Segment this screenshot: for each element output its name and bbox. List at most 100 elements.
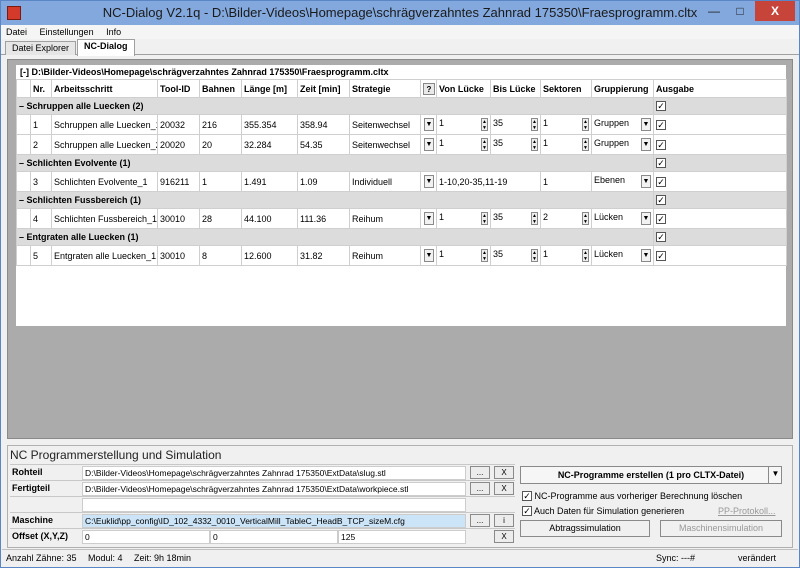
offset-y-input[interactable]: 0 <box>210 530 338 544</box>
group-output-checkbox[interactable]: ✓ <box>656 158 666 168</box>
sektoren-stepper[interactable]: 2 <box>543 212 548 222</box>
chevron-down-icon[interactable]: ▼ <box>641 175 651 188</box>
spinner-icon[interactable]: ▲ ▼ <box>481 212 488 225</box>
maschine-info-button[interactable]: i <box>494 514 514 527</box>
strategy-select[interactable]: Reihum <box>349 245 421 266</box>
pp-log-link[interactable]: PP-Protokoll... <box>718 506 776 516</box>
col-tool-id[interactable]: Tool-ID <box>157 79 200 98</box>
chevron-down-icon[interactable]: ▼ <box>424 212 434 225</box>
spinner-icon[interactable]: ▲ ▼ <box>582 249 589 262</box>
fertigteil-browse-button[interactable]: ... <box>470 482 490 495</box>
tab-nc-dialog[interactable]: NC-Dialog <box>77 39 135 56</box>
spinner-icon[interactable]: ▲ ▼ <box>481 249 488 262</box>
tab-datei-explorer[interactable]: Datei Explorer <box>5 41 77 55</box>
maschine-path-field[interactable]: C:\Euklid\pp_config\ID_102_4332_0010_Ver… <box>82 514 466 528</box>
bis-stepper[interactable]: 35 <box>493 212 503 222</box>
output-checkbox[interactable]: ✓ <box>656 213 666 224</box>
grouping-select[interactable]: Ebenen <box>594 175 625 185</box>
bis-stepper[interactable]: 35 <box>493 118 503 128</box>
fertigteil-path-field[interactable]: D:\Bilder-Videos\Homepage\schrägverzahnt… <box>82 482 466 496</box>
strategy-select[interactable]: Reihum <box>349 208 421 229</box>
bis-stepper[interactable]: 35 <box>493 249 503 259</box>
strategy-select[interactable]: Seitenwechsel <box>349 114 421 135</box>
col-laenge[interactable]: Länge [m] <box>241 79 298 98</box>
menu-info[interactable]: Info <box>101 25 126 39</box>
table-row[interactable]: 1 Schruppen alle Luecken_1 20032 216 355… <box>16 114 787 135</box>
table-row[interactable]: 4 Schlichten Fussbereich_1 30010 28 44.1… <box>16 208 787 229</box>
col-sektoren[interactable]: Sektoren <box>540 79 592 98</box>
maschine-browse-button[interactable]: ... <box>470 514 490 527</box>
col-bis-luecke[interactable]: Bis Lücke <box>490 79 541 98</box>
spinner-icon[interactable]: ▲ ▼ <box>531 212 538 225</box>
strategy-help-button[interactable]: ? <box>423 82 435 95</box>
file-tree-header[interactable]: [-] D:\Bilder-Videos\Homepage\schrägverz… <box>16 65 786 79</box>
grouping-select[interactable]: Lücken <box>594 212 623 222</box>
collapse-icon[interactable]: – <box>19 101 27 111</box>
grouping-select[interactable]: Lücken <box>594 249 623 259</box>
chevron-down-icon[interactable]: ▼ <box>424 249 434 262</box>
output-checkbox[interactable]: ✓ <box>656 119 666 130</box>
minimize-button[interactable]: — <box>701 1 727 21</box>
offset-clear-button[interactable]: X <box>494 530 514 543</box>
spinner-icon[interactable]: ▲ ▼ <box>582 118 589 131</box>
offset-z-input[interactable]: 125 <box>338 530 466 544</box>
menu-datei[interactable]: Datei <box>1 25 32 39</box>
sektoren-value[interactable]: 1 <box>543 177 548 187</box>
col-nr[interactable]: Nr. <box>30 79 52 98</box>
spinner-icon[interactable]: ▲ ▼ <box>531 249 538 262</box>
group-output-checkbox[interactable]: ✓ <box>656 232 666 242</box>
group-row[interactable]: – Schruppen alle Luecken (2) ✓ <box>16 97 787 115</box>
output-checkbox[interactable]: ✓ <box>656 139 666 150</box>
close-button[interactable]: X <box>755 1 795 21</box>
strategy-select[interactable]: Individuell <box>349 171 421 192</box>
output-checkbox[interactable]: ✓ <box>656 250 666 261</box>
col-von-luecke[interactable]: Von Lücke <box>436 79 491 98</box>
grouping-select[interactable]: Gruppen <box>594 138 629 148</box>
spinner-icon[interactable]: ▲ ▼ <box>481 138 488 151</box>
sektoren-stepper[interactable]: 1 <box>543 249 548 259</box>
collapse-icon[interactable]: – <box>19 195 27 205</box>
spinner-icon[interactable]: ▲ ▼ <box>582 212 589 225</box>
opt-delete-row[interactable]: ✓ NC-Programme aus vorheriger Berechnung… <box>522 491 742 501</box>
maximize-button[interactable]: □ <box>727 1 753 21</box>
sektoren-stepper[interactable]: 1 <box>543 118 548 128</box>
abtragssimulation-button[interactable]: Abtragssimulation <box>520 520 650 537</box>
col-ausgabe[interactable]: Ausgabe <box>653 79 787 98</box>
cell-name[interactable]: Schruppen alle Luecken_1 <box>51 114 158 135</box>
offset-x-input[interactable]: 0 <box>82 530 210 544</box>
sektoren-stepper[interactable]: 1 <box>543 138 548 148</box>
chevron-down-icon[interactable]: ▼ <box>424 175 434 188</box>
cell-name[interactable]: Schlichten Evolvente_1 <box>51 171 158 192</box>
von-stepper[interactable]: 1 <box>439 118 444 128</box>
menu-einstellungen[interactable]: Einstellungen <box>35 25 99 39</box>
maschinensimulation-button[interactable]: Maschinensimulation <box>660 520 782 537</box>
group-row[interactable]: – Schlichten Evolvente (1) ✓ <box>16 154 787 172</box>
output-checkbox[interactable]: ✓ <box>656 176 666 187</box>
rohteil-path-field[interactable]: D:\Bilder-Videos\Homepage\schrägverzahnt… <box>82 466 466 480</box>
chevron-down-icon[interactable]: ▼ <box>768 466 782 484</box>
col-zeit[interactable]: Zeit [min] <box>297 79 350 98</box>
von-stepper[interactable]: 1 <box>439 138 444 148</box>
chevron-down-icon[interactable]: ▼ <box>641 138 651 151</box>
simulation-data-checkbox[interactable]: ✓ <box>522 506 532 516</box>
col-bahnen[interactable]: Bahnen <box>199 79 242 98</box>
collapse-icon[interactable]: – <box>19 158 27 168</box>
table-row[interactable]: 2 Schruppen alle Luecken_2 20020 20 32.2… <box>16 134 787 155</box>
grouping-select[interactable]: Gruppen <box>594 118 629 128</box>
spinner-icon[interactable]: ▲ ▼ <box>531 138 538 151</box>
table-row[interactable]: 5 Entgraten alle Luecken_1 30010 8 12.60… <box>16 245 787 266</box>
fertigteil-clear-button[interactable]: X <box>494 482 514 495</box>
table-row[interactable]: 3 Schlichten Evolvente_1 916211 1 1.491 … <box>16 171 787 192</box>
col-strategie[interactable]: Strategie <box>349 79 421 98</box>
chevron-down-icon[interactable]: ▼ <box>641 118 651 131</box>
cell-name[interactable]: Entgraten alle Luecken_1 <box>51 245 158 266</box>
chevron-down-icon[interactable]: ▼ <box>641 212 651 225</box>
spinner-icon[interactable]: ▲ ▼ <box>531 118 538 131</box>
empty-field[interactable] <box>82 498 466 512</box>
cell-name[interactable]: Schruppen alle Luecken_2 <box>51 134 158 155</box>
spinner-icon[interactable]: ▲ ▼ <box>582 138 589 151</box>
cell-name[interactable]: Schlichten Fussbereich_1 <box>51 208 158 229</box>
chevron-down-icon[interactable]: ▼ <box>424 138 434 151</box>
group-row[interactable]: – Schlichten Fussbereich (1) ✓ <box>16 191 787 209</box>
von-stepper[interactable]: 1 <box>439 249 444 259</box>
